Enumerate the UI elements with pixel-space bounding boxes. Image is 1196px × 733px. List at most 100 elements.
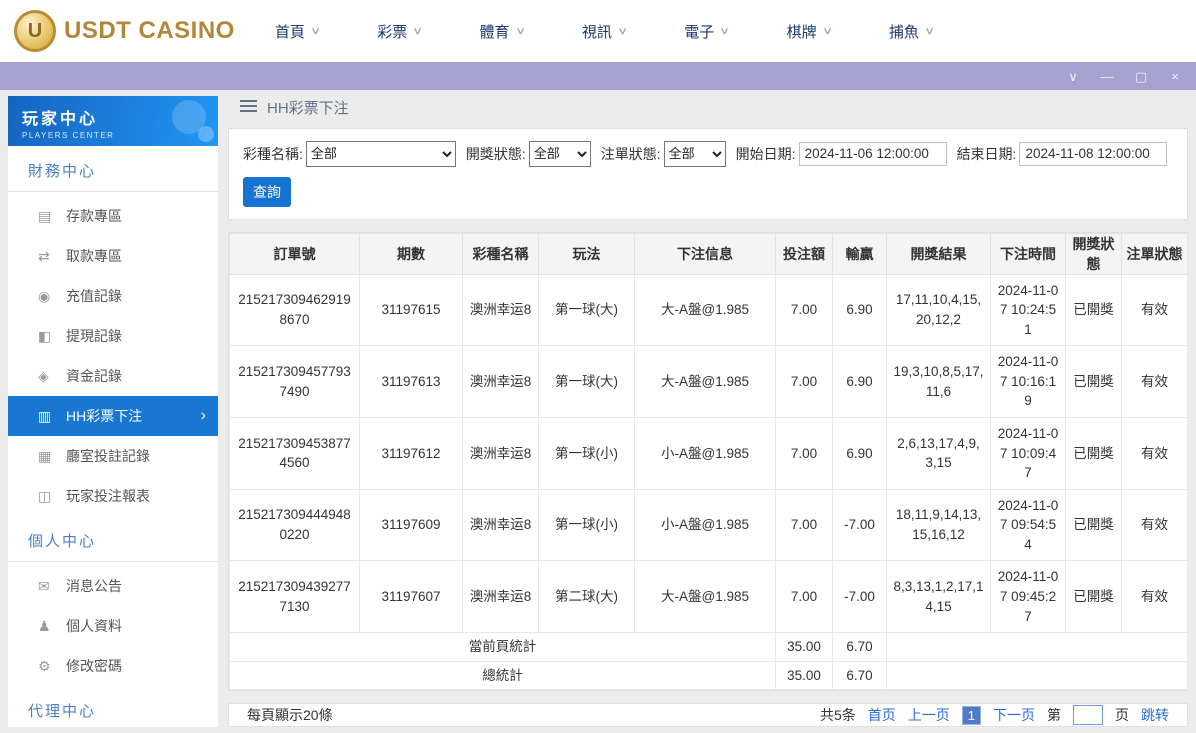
chevron-down-icon: ∨ [412,25,424,37]
section-heading-agent: 代理中心 [8,686,218,727]
sidebar-item-player-bet-report[interactable]: ◫ 玩家投注報表 [8,476,218,516]
sidebar-item-recharge-record[interactable]: ◉ 充值記錄 [8,276,218,316]
bet-time-cell: 2024-11-07 09:54:54 [990,488,1066,562]
bet-amount-cell: 7.00 [775,560,833,634]
end-date-label: 結束日期: [956,145,1017,162]
order-no-cell: 2152173094577937490 [229,345,360,418]
next-page-link[interactable]: 下一页 [993,705,1035,725]
bets-table: 訂單號 期數 彩種名稱 玩法 下注信息 投注額 輸贏 開獎結果 下注時間 開獎狀… [229,232,1188,691]
bet-time-cell: 2024-11-07 09:45:27 [990,560,1066,634]
nav-label: 視訊 [581,23,612,41]
minimize-icon[interactable]: — [1100,70,1114,83]
deposit-icon: ▤ [38,207,52,224]
lottery-name-cell: 澳洲幸运8 [462,417,539,490]
sidebar-item-announcements[interactable]: ✉ 消息公告 [8,566,218,606]
chevron-down-icon: ∨ [821,25,833,37]
content-layout: 玩家中心 PLAYERS CENTER 財務中心 ▤ 存款專區 ⇄ 取款專區 ◉… [0,90,1196,727]
page-summary-empty [886,632,1188,662]
win-loss-cell: 6.90 [832,273,887,347]
bet-info-cell: 小-A盤@1.985 [634,488,776,562]
draw-status-select[interactable]: 全部 [528,140,591,167]
nav-item-fishing[interactable]: 捕魚 ∨ [888,21,936,42]
prev-page-link[interactable]: 上一页 [908,705,950,725]
sidebar-header: 玩家中心 PLAYERS CENTER [8,96,218,146]
chevron-down-icon: ∨ [924,25,936,37]
draw-status-cell: 已開獎 [1065,560,1122,634]
menu-icon[interactable] [240,99,257,117]
table-row: 2152173094449480220 31197609 澳洲幸运8 第一球(小… [229,488,1188,562]
bet-time-cell: 2024-11-07 10:16:19 [990,345,1066,418]
sidebar-item-funds-record[interactable]: ◈ 資金記錄 [8,356,218,396]
nav-label: 首頁 [274,23,305,41]
search-button[interactable]: 查詢 [243,176,291,207]
order-status-cell: 有效 [1121,273,1188,347]
sidebar-item-hh-lottery-bets[interactable]: ▥ HH彩票下注 › [8,396,218,436]
period-cell: 31197612 [359,417,463,490]
sidebar-item-profile[interactable]: ♟ 個人資料 [8,606,218,646]
section-heading-finance: 財務中心 [8,146,218,192]
bet-amount-cell: 7.00 [775,488,833,562]
nav-item-sports[interactable]: 體育 ∨ [480,21,526,42]
nav-item-video[interactable]: 視訊 ∨ [581,21,628,42]
page-summary-row: 當前頁統計 35.00 6.70 [229,632,1188,662]
main-content: HH彩票下注 彩種名稱: 全部 開獎狀態: 全部 注單狀態: 全部 開始日期: … [228,96,1188,727]
maximize-icon[interactable]: ▢ [1134,70,1148,83]
win-loss-cell: -7.00 [832,560,887,634]
sidebar-item-change-password[interactable]: ⚙ 修改密碼 [8,646,218,686]
first-page-link[interactable]: 首页 [868,705,896,725]
close-icon[interactable]: × [1168,70,1182,83]
nav-label: 捕魚 [888,23,919,41]
logo-emblem-icon: U [14,10,56,52]
bet-info-cell: 大-A盤@1.985 [634,560,776,634]
bet-time-cell: 2024-11-07 10:24:51 [990,273,1066,347]
nav-label: 棋牌 [786,23,817,41]
titlebar-chevron-icon[interactable]: ∨ [1066,70,1080,83]
nav-item-lottery[interactable]: 彩票 ∨ [377,21,424,42]
table-row: 2152173094392777130 31197607 澳洲幸运8 第二球(大… [229,560,1188,634]
lottery-name-cell: 澳洲幸运8 [462,273,539,347]
play-type-cell: 第一球(大) [538,345,635,418]
sidebar: 玩家中心 PLAYERS CENTER 財務中心 ▤ 存款專區 ⇄ 取款專區 ◉… [8,96,218,727]
withdraw-icon: ⇄ [38,247,50,264]
end-date-input[interactable] [1019,141,1168,166]
start-date-input[interactable] [798,141,947,166]
table-row: 2152173094538774560 31197612 澳洲幸运8 第一球(小… [229,417,1188,490]
order-status-select[interactable]: 全部 [663,140,726,167]
start-date-label: 開始日期: [735,145,796,162]
nav-item-boardgames[interactable]: 棋牌 ∨ [786,21,833,42]
table-header-row: 訂單號 期數 彩種名稱 玩法 下注信息 投注額 輸贏 開獎結果 下注時間 開獎狀… [229,232,1188,275]
nav-item-home[interactable]: 首頁 ∨ [274,21,322,42]
draw-result-cell: 8,3,13,1,2,17,14,15 [886,560,991,634]
column-header-win-loss: 輸贏 [832,232,887,275]
sidebar-item-room-bet-record[interactable]: ▦ 廳室投註記錄 [8,436,218,476]
sidebar-item-label: 廳室投註記錄 [66,448,150,464]
current-page-badge[interactable]: 1 [961,705,981,725]
sidebar-item-label: 取款專區 [66,248,122,264]
period-cell: 31197607 [359,560,463,634]
period-cell: 31197615 [359,273,463,347]
table-row: 2152173094577937490 31197613 澳洲幸运8 第一球(大… [229,345,1188,418]
page-summary-win-loss: 6.70 [832,632,887,662]
sidebar-item-label: 提現記錄 [66,328,122,344]
sidebar-item-withdraw-record[interactable]: ◧ 提現記錄 [8,316,218,356]
draw-status-filter: 開獎狀態: 全部 [466,140,591,167]
lottery-name-select[interactable]: 全部 [305,140,456,167]
total-summary-win-loss: 6.70 [832,660,887,691]
page-jump-input[interactable] [1073,705,1103,726]
nav-item-electronic[interactable]: 電子 ∨ [684,21,731,42]
logo[interactable]: U USDT CASINO [14,10,235,52]
chevron-down-icon: ∨ [719,25,731,37]
sidebar-item-label: 玩家投注報表 [66,488,150,504]
chevron-down-icon: ∨ [310,25,322,37]
lottery-bets-icon: ▥ [38,407,52,424]
win-loss-cell: 6.90 [832,417,887,490]
sidebar-item-label: 資金記錄 [66,368,122,384]
sidebar-item-withdraw[interactable]: ⇄ 取款專區 [8,236,218,276]
order-status-cell: 有效 [1121,488,1188,562]
sidebar-item-deposit[interactable]: ▤ 存款專區 [8,196,218,236]
draw-status-cell: 已開獎 [1065,345,1122,418]
jump-button[interactable]: 跳转 [1141,705,1169,725]
win-loss-cell: 6.90 [832,345,887,418]
recharge-record-icon: ◉ [38,287,51,304]
play-type-cell: 第一球(大) [538,273,635,347]
